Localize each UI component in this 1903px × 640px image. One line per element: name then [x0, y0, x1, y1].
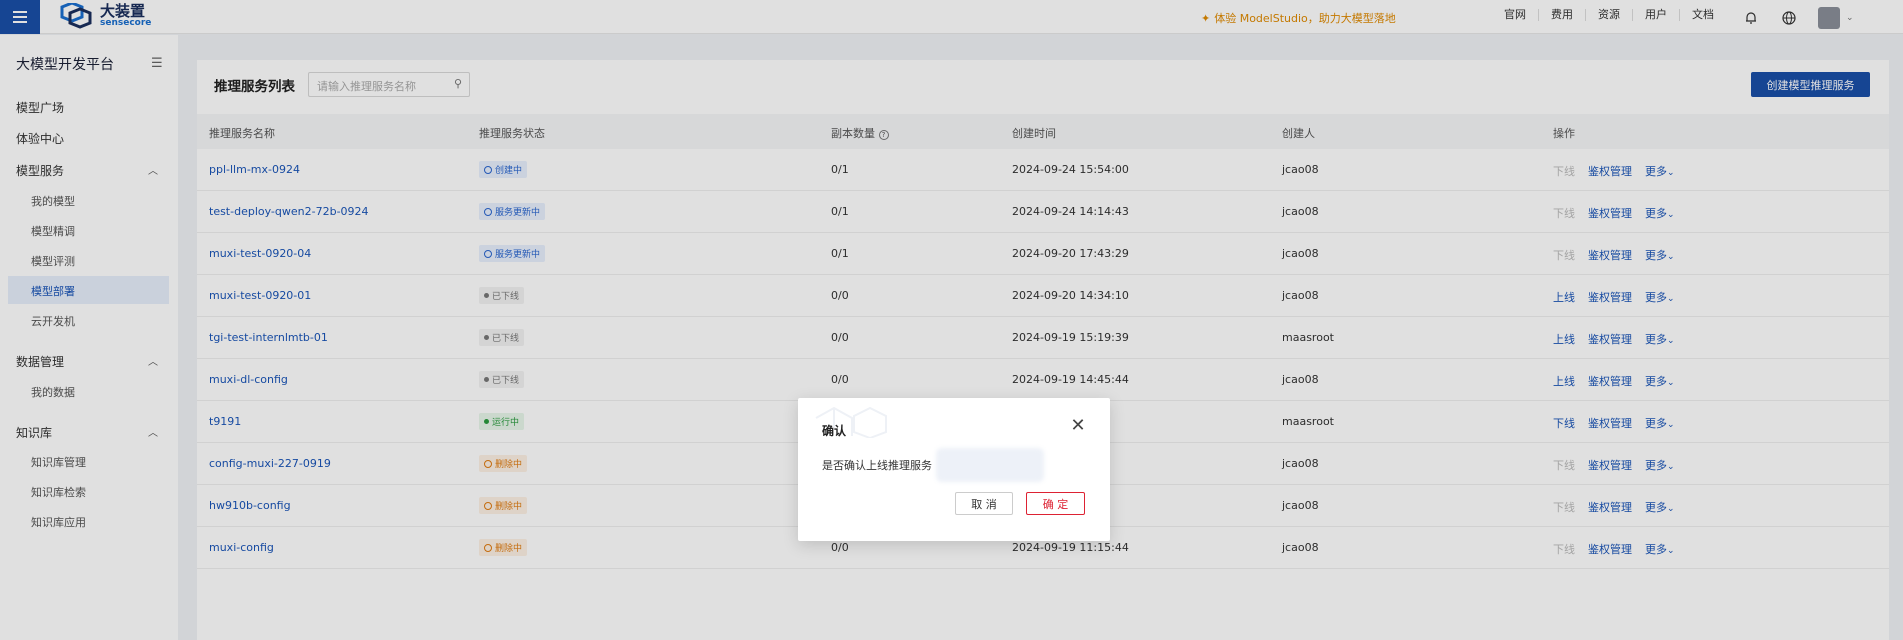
- cancel-button[interactable]: 取 消: [955, 492, 1013, 515]
- decorative-cube-icon: [815, 406, 887, 438]
- dialog-message: 是否确认上线推理服务: [822, 459, 932, 472]
- dialog-title: 确认: [822, 424, 847, 438]
- redacted-service-name: [936, 448, 1044, 482]
- modal-overlay[interactable]: [0, 0, 1903, 640]
- close-icon[interactable]: ✕: [1070, 417, 1086, 435]
- confirm-dialog: 确认 ✕ 是否确认上线推理服务 取 消 确 定: [798, 398, 1110, 541]
- confirm-button[interactable]: 确 定: [1026, 492, 1085, 515]
